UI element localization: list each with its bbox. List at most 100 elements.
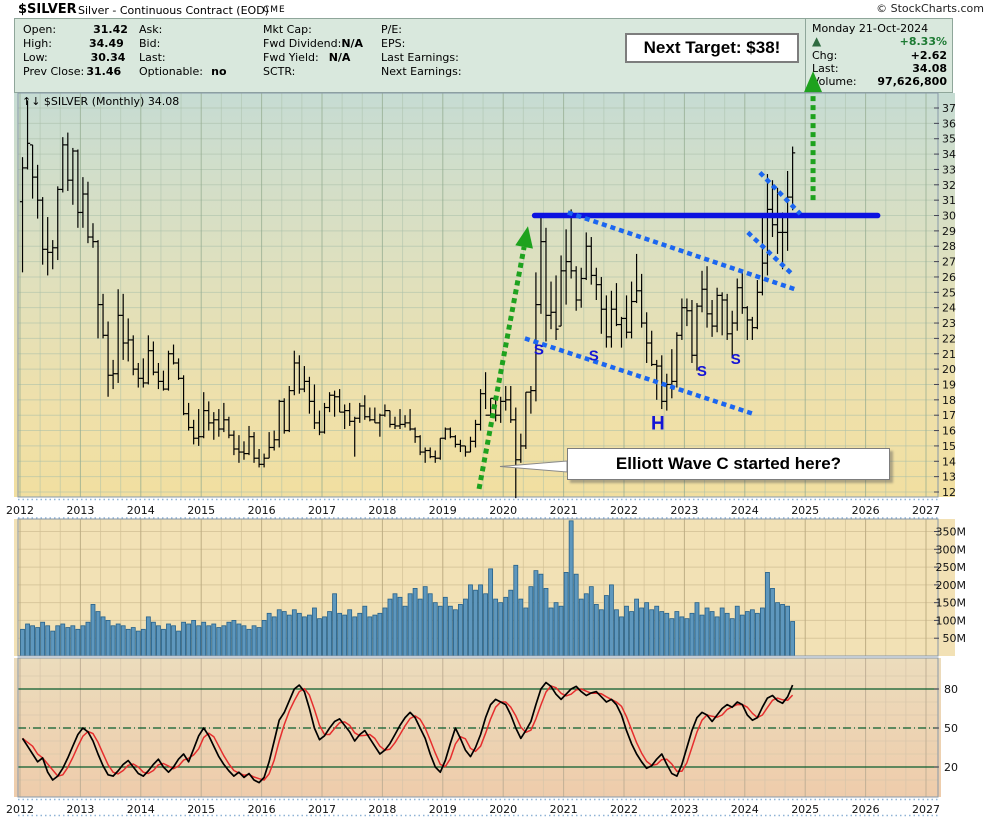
quote-column-bidask: Ask:Bid:Last:Optionable:no xyxy=(139,23,218,79)
stockcharts-page: $SILVER Silver - Continuous Contract (EO… xyxy=(0,0,990,817)
quote-label: Ask: xyxy=(139,23,162,37)
svg-text:16: 16 xyxy=(942,425,956,438)
elliott-wave-annotation: Elliott Wave C started here? xyxy=(567,448,890,480)
svg-text:2013: 2013 xyxy=(66,803,94,816)
x-axis-years-main: 2012201320142015201620172018201920202021… xyxy=(6,504,940,517)
svg-text:2012: 2012 xyxy=(6,504,34,517)
quote-row: Optionable:no xyxy=(139,65,218,79)
svg-text:2017: 2017 xyxy=(308,504,336,517)
quote-value: 31.46 xyxy=(86,65,121,78)
last-row: Last: 34.08 xyxy=(812,62,947,75)
svg-text:2016: 2016 xyxy=(248,803,276,816)
quote-row: Open:31.42 xyxy=(23,23,119,37)
svg-text:32: 32 xyxy=(942,179,956,192)
svg-text:2015: 2015 xyxy=(187,504,215,517)
svg-text:2018: 2018 xyxy=(368,803,396,816)
svg-text:2027: 2027 xyxy=(912,504,940,517)
symbol-description: Silver - Continuous Contract (EOD) xyxy=(78,4,269,17)
svg-text:2020: 2020 xyxy=(489,504,517,517)
up-triangle-icon: ▲ xyxy=(812,34,821,48)
svg-text:50M: 50M xyxy=(943,632,967,645)
quote-value: N/A xyxy=(329,51,351,64)
svg-text:2021: 2021 xyxy=(550,803,578,816)
quote-value: 31.42 xyxy=(93,23,128,36)
flag-upper-line xyxy=(760,173,800,214)
change-value: +2.62 xyxy=(911,49,947,62)
quote-row: Mkt Cap: xyxy=(263,23,363,37)
price-bars xyxy=(20,100,795,498)
svg-text:S: S xyxy=(697,363,707,380)
quote-row: Fwd Dividend:N/A xyxy=(263,37,363,51)
svg-text:300M: 300M xyxy=(936,543,967,556)
quote-date: Monday 21-Oct-2024 xyxy=(812,22,947,35)
svg-text:2025: 2025 xyxy=(791,504,819,517)
svg-text:2027: 2027 xyxy=(912,803,940,816)
chart-canvas: 1213141516171819202122232425262728293031… xyxy=(0,0,990,817)
next-target-annotation: Next Target: $38! xyxy=(625,33,799,63)
quote-column-prices: Open:31.42High:34.49Low:30.34Prev Close:… xyxy=(23,23,119,79)
svg-text:33: 33 xyxy=(942,163,956,176)
quote-row: Bid: xyxy=(139,37,218,51)
svg-text:S: S xyxy=(534,342,544,359)
svg-text:2024: 2024 xyxy=(731,803,759,816)
svg-text:2014: 2014 xyxy=(127,504,155,517)
svg-text:28: 28 xyxy=(942,240,956,253)
price-axis: 1213141516171819202122232425262728293031… xyxy=(934,102,956,499)
svg-text:2026: 2026 xyxy=(852,504,880,517)
quote-column-earnings: P/E:EPS:Last Earnings:Next Earnings: xyxy=(381,23,462,79)
svg-text:S: S xyxy=(589,348,599,365)
svg-text:37: 37 xyxy=(942,102,956,115)
quote-label: Fwd Yield: xyxy=(263,51,319,65)
chart-title-label: ↑↓ $SILVER (Monthly) 34.08 xyxy=(22,95,179,108)
volume-gridlines xyxy=(18,519,938,656)
indicator-gridlines xyxy=(18,658,938,797)
svg-text:2019: 2019 xyxy=(429,504,457,517)
svg-text:20: 20 xyxy=(942,363,956,376)
svg-text:18: 18 xyxy=(942,394,956,407)
svg-text:2023: 2023 xyxy=(670,504,698,517)
svg-text:2026: 2026 xyxy=(852,803,880,816)
quote-value: N/A xyxy=(341,37,363,50)
quote-label: Mkt Cap: xyxy=(263,23,312,37)
quote-row: Last: xyxy=(139,51,218,65)
svg-text:2017: 2017 xyxy=(308,803,336,816)
svg-text:14: 14 xyxy=(942,455,956,468)
quote-label: Last: xyxy=(139,51,166,65)
svg-text:26: 26 xyxy=(942,271,956,284)
svg-text:15: 15 xyxy=(942,440,956,453)
svg-text:35: 35 xyxy=(942,133,956,146)
svg-text:23: 23 xyxy=(942,317,956,330)
quote-label: Last Earnings: xyxy=(381,51,459,65)
svg-text:27: 27 xyxy=(942,256,956,269)
volume-value: 97,626,800 xyxy=(877,75,947,88)
quote-value: 30.34 xyxy=(91,51,126,64)
svg-text:2016: 2016 xyxy=(248,504,276,517)
svg-text:2022: 2022 xyxy=(610,803,638,816)
svg-text:50: 50 xyxy=(944,722,958,735)
svg-text:250M: 250M xyxy=(936,561,967,574)
wave-c-arrow-head xyxy=(515,226,533,248)
quote-value: 34.49 xyxy=(89,37,124,50)
title-bar: $SILVER Silver - Continuous Contract (EO… xyxy=(0,0,990,18)
svg-text:13: 13 xyxy=(942,471,956,484)
svg-text:100M: 100M xyxy=(936,614,967,627)
quote-column-fundamentals: Mkt Cap:Fwd Dividend:N/AFwd Yield:N/ASCT… xyxy=(263,23,363,79)
neckline xyxy=(525,338,753,413)
svg-text:150M: 150M xyxy=(936,597,967,610)
quote-row: Low:30.34 xyxy=(23,51,119,65)
svg-text:12: 12 xyxy=(942,486,956,499)
main-gridlines xyxy=(18,93,938,497)
callout-tail xyxy=(500,461,567,472)
change-row: Chg: +2.62 xyxy=(812,49,947,62)
svg-text:25: 25 xyxy=(942,286,956,299)
svg-text:2024: 2024 xyxy=(731,504,759,517)
svg-text:2025: 2025 xyxy=(791,803,819,816)
quote-row: Last Earnings: xyxy=(381,51,462,65)
svg-text:2014: 2014 xyxy=(127,803,155,816)
svg-text:2022: 2022 xyxy=(610,504,638,517)
quote-row: Fwd Yield: N/A xyxy=(263,51,363,65)
svg-text:20: 20 xyxy=(944,761,958,774)
svg-text:350M: 350M xyxy=(936,526,967,539)
copyright-link[interactable]: © StockCharts.com xyxy=(876,2,984,15)
quote-row: Next Earnings: xyxy=(381,65,462,79)
